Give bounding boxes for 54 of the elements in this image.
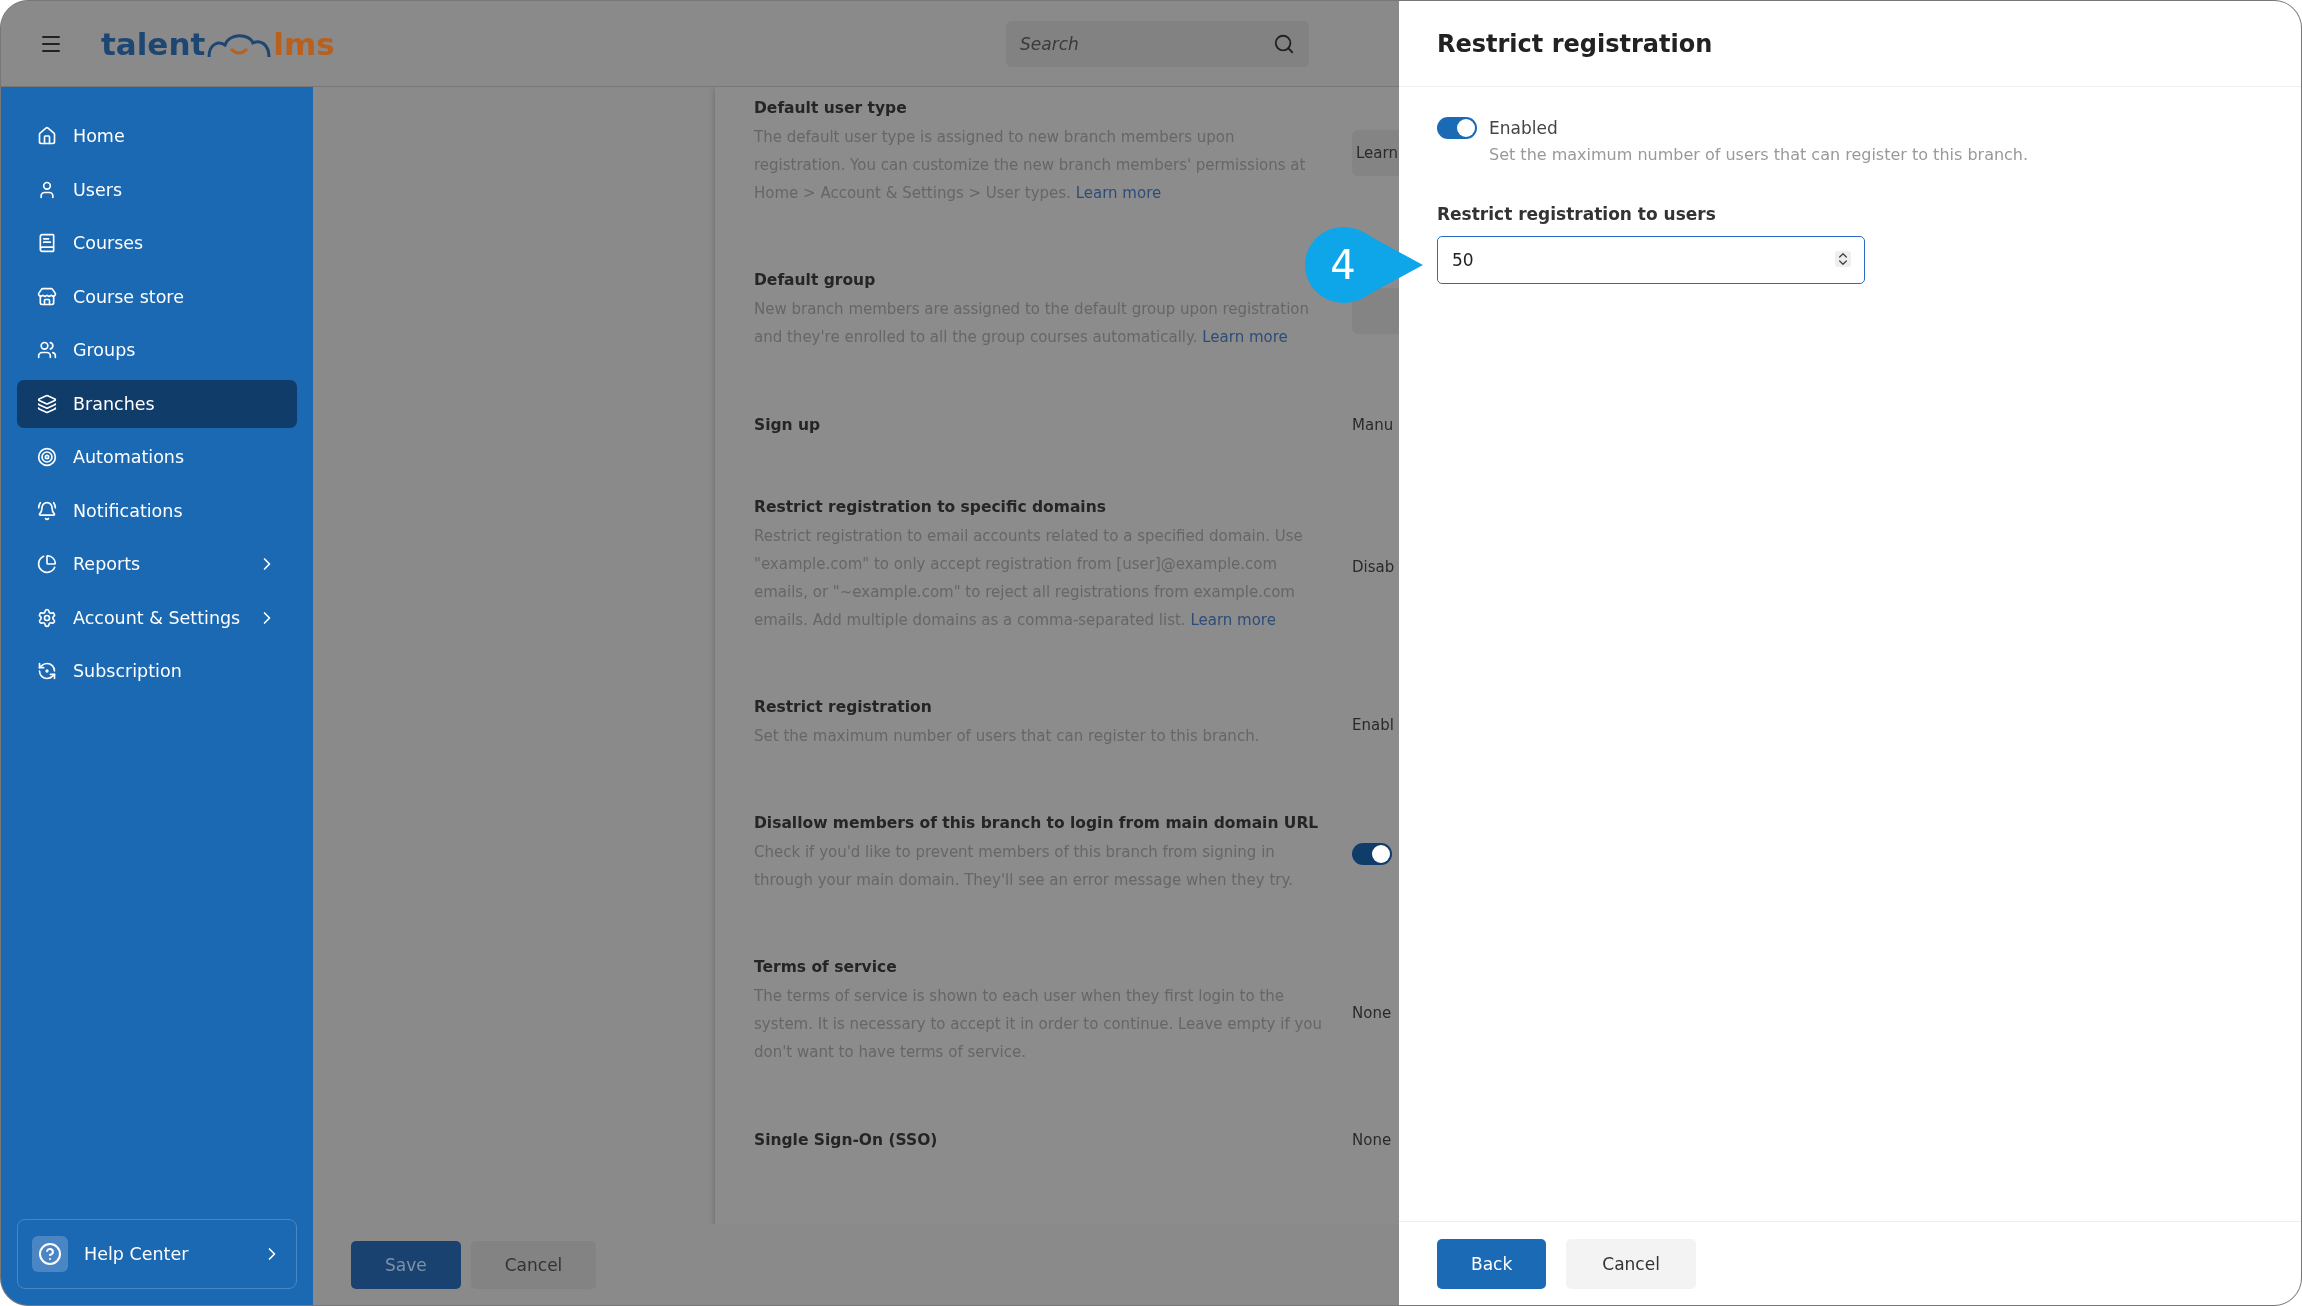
sidebar-item[interactable]: Home [17,112,297,160]
setting-title: Restrict registration [754,698,933,716]
sidebar-item[interactable]: Automations [17,433,297,481]
step-number-tooltip: 4 [1305,227,1423,303]
search-icon[interactable] [1273,32,1295,55]
search-field[interactable]: Search [1006,20,1309,67]
help-center-button[interactable]: Help Center [17,1219,297,1289]
sidebar-item[interactable]: Course store [17,272,297,321]
toggle-switch[interactable] [1352,843,1392,865]
app-logo: talent lms [101,25,335,62]
value-button[interactable]: Learn [1352,130,1399,176]
field-label: Restrict registration to users [1437,204,1717,224]
setting-value: None [1352,1003,1392,1022]
cancel-button[interactable]: Cancel [1566,1238,1696,1289]
save-button[interactable]: Save [351,1240,461,1289]
cancel-button[interactable]: Cancel [470,1240,597,1289]
sidebar-item[interactable]: Notifications [17,486,297,535]
toggle-hint: Set the maximum number of users that can register to this branch. [1489,145,2030,164]
store-icon [37,286,57,307]
panel-title: Restrict registration [1437,29,1713,58]
sidebar-item[interactable]: Account & Settings [17,593,297,642]
setting-value: Enabl [1352,715,1394,734]
user-icon [37,179,57,200]
target-icon [37,447,57,467]
toggle-label: Enabled [1489,118,1558,138]
setting-title: Restrict registration to specific domains [754,498,1107,516]
setting-title: Default user type [754,99,908,117]
sidebar-item[interactable]: Users [17,165,297,214]
refresh-icon [37,661,57,681]
back-button[interactable]: Back [1437,1238,1547,1289]
setting-title: Terms of service [754,958,898,976]
sidebar-item[interactable]: Reports [17,540,297,588]
pie-chart-icon [37,554,57,574]
layers-icon [37,393,57,414]
setting-title: Sign up [754,415,822,434]
number-field[interactable]: 50 [1437,236,1865,284]
setting-title: Disallow members of this branch to login from main domain URL [754,814,1320,832]
toggle-switch[interactable] [1437,117,1477,139]
setting-title: Single Sign-On (SSO) [754,1130,939,1149]
group-icon [37,340,57,360]
sidebar-item[interactable]: Branches [17,379,297,428]
book-icon [37,233,57,253]
sidebar-item[interactable]: Courses [17,219,297,267]
stepper-icon[interactable] [1835,251,1851,267]
home-icon [37,126,57,146]
sidebar-item[interactable]: Subscription [17,647,297,695]
setting-value: None [1352,1131,1392,1149]
help-icon [32,1236,68,1272]
sidebar-item[interactable]: Groups [17,326,297,374]
settings-icon [37,607,57,628]
setting-value: Manu [1352,416,1394,434]
bell-icon [37,500,57,521]
setting-value: Disab [1352,557,1395,576]
setting-title: Default group [754,271,877,289]
